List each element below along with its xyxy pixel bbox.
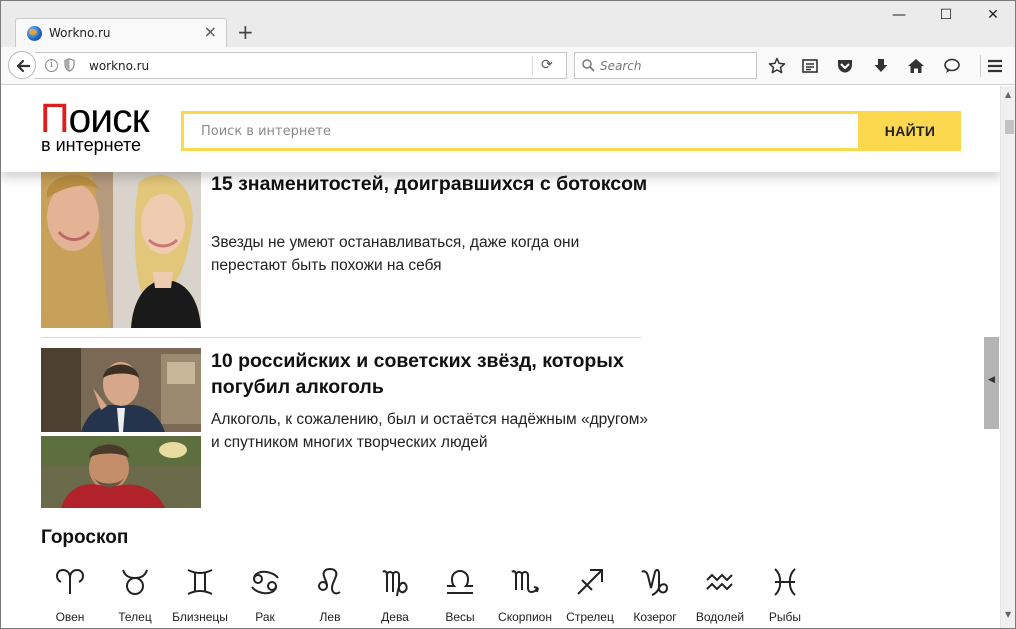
tab-title: Workno.ru — [49, 26, 111, 40]
logo-subtitle: в интернете — [41, 135, 142, 155]
article-card[interactable]: 10 российских и советских звёзд, которых… — [41, 348, 648, 508]
back-arrow-icon — [16, 59, 31, 73]
zodiac-libra[interactable]: Весы — [425, 566, 495, 624]
zodiac-gemini[interactable]: Близнецы — [165, 566, 235, 624]
site-logo[interactable]: Поиск в интернете — [40, 98, 160, 158]
chat-icon[interactable] — [943, 57, 961, 75]
tab-workno[interactable]: Workno.ru × — [15, 18, 227, 48]
capricorn-icon — [641, 568, 669, 596]
site-header: Поиск в интернете Поиск в интернете НАЙТ… — [1, 86, 1000, 172]
scroll-thumb[interactable] — [1005, 120, 1014, 134]
url-separator — [532, 56, 533, 75]
sagittarius-icon — [577, 569, 603, 595]
horoscope-title: Гороскоп — [41, 527, 129, 548]
aries-icon — [55, 568, 85, 594]
navigation-bar: i workno.ru ⟳ Search — [1, 47, 1015, 85]
cancer-icon — [251, 570, 279, 595]
zodiac-aries[interactable]: Овен — [35, 566, 105, 624]
virgo-icon — [382, 570, 408, 597]
collapse-arrow-icon: ◀ — [988, 375, 995, 385]
star-icon[interactable] — [768, 57, 786, 75]
page-content: Поиск в интернете Поиск в интернете НАЙТ… — [1, 86, 1000, 628]
hamburger-menu-icon[interactable] — [986, 57, 1004, 75]
browser-window: Workno.ru × + — ☐ ✕ i workno.ru ⟳ Search… — [0, 0, 1016, 629]
tab-close-icon[interactable]: × — [204, 24, 217, 40]
maximize-button[interactable]: ☐ — [936, 7, 956, 23]
gemini-icon — [187, 569, 213, 595]
article-description: Алкоголь, к сожалению, был и остаётся на… — [211, 411, 649, 451]
scorpio-icon — [511, 570, 539, 593]
new-tab-button[interactable]: + — [237, 22, 254, 42]
zodiac-leo[interactable]: Лев — [295, 566, 365, 624]
site-search-button[interactable]: НАЙТИ — [859, 111, 961, 151]
pocket-icon[interactable] — [836, 57, 854, 75]
download-icon[interactable] — [872, 57, 890, 75]
article-divider — [41, 337, 641, 338]
article-title[interactable]: 10 российских и советских звёзд, которых… — [211, 348, 651, 400]
article-thumbnail-actors[interactable] — [41, 348, 201, 508]
globe-favicon-icon — [27, 26, 42, 41]
libra-icon — [447, 569, 473, 594]
site-info-icon[interactable]: i — [45, 59, 58, 72]
article-description: Звезды не умеют останавливаться, даже ко… — [211, 234, 580, 274]
zodiac-capricorn[interactable]: Козерог — [620, 566, 690, 624]
zodiac-scorpio[interactable]: Скорпион — [490, 566, 560, 624]
reading-list-icon[interactable] — [801, 57, 819, 75]
zodiac-taurus[interactable]: Телец — [100, 566, 170, 624]
url-bar[interactable]: i workno.ru ⟳ — [35, 52, 567, 79]
zodiac-sagittarius[interactable]: Стрелец — [555, 566, 625, 624]
scroll-down-arrow-icon[interactable]: ▼ — [1005, 610, 1011, 619]
minimize-button[interactable]: — — [889, 7, 909, 23]
zodiac-virgo[interactable]: Дева — [360, 566, 430, 624]
article-thumbnail-celebrities[interactable] — [41, 172, 201, 328]
tracking-shield-icon[interactable] — [64, 58, 75, 72]
leo-icon — [318, 568, 341, 595]
zodiac-pisces[interactable]: Рыбы — [750, 566, 820, 624]
search-placeholder: Search — [600, 59, 642, 73]
article-title[interactable]: 15 знаменитостей, доигравшихся с ботоксо… — [211, 171, 651, 197]
vertical-scrollbar[interactable]: ▲ ▼ — [1000, 86, 1015, 628]
site-search-placeholder: Поиск в интернете — [201, 124, 331, 139]
taurus-icon — [122, 569, 148, 595]
tab-strip: Workno.ru × + — ☐ ✕ — [1, 1, 1015, 48]
pisces-icon — [774, 568, 796, 596]
search-icon — [582, 59, 595, 72]
zodiac-cancer[interactable]: Рак — [230, 566, 300, 624]
scroll-up-arrow-icon[interactable]: ▲ — [1005, 90, 1011, 99]
search-field[interactable]: Search — [574, 52, 757, 79]
home-icon[interactable] — [907, 57, 925, 75]
side-panel-handle[interactable]: ◀ — [984, 337, 999, 429]
close-window-button[interactable]: ✕ — [983, 7, 1003, 23]
url-text: workno.ru — [89, 59, 150, 73]
aquarius-icon — [706, 573, 733, 591]
toolbar-separator — [980, 55, 981, 77]
zodiac-aquarius[interactable]: Водолей — [685, 566, 755, 624]
reload-icon[interactable]: ⟳ — [541, 57, 553, 73]
logo-wordmark: Поиск — [40, 95, 150, 141]
site-search-input[interactable]: Поиск в интернете — [181, 111, 861, 151]
back-button[interactable] — [8, 51, 36, 79]
